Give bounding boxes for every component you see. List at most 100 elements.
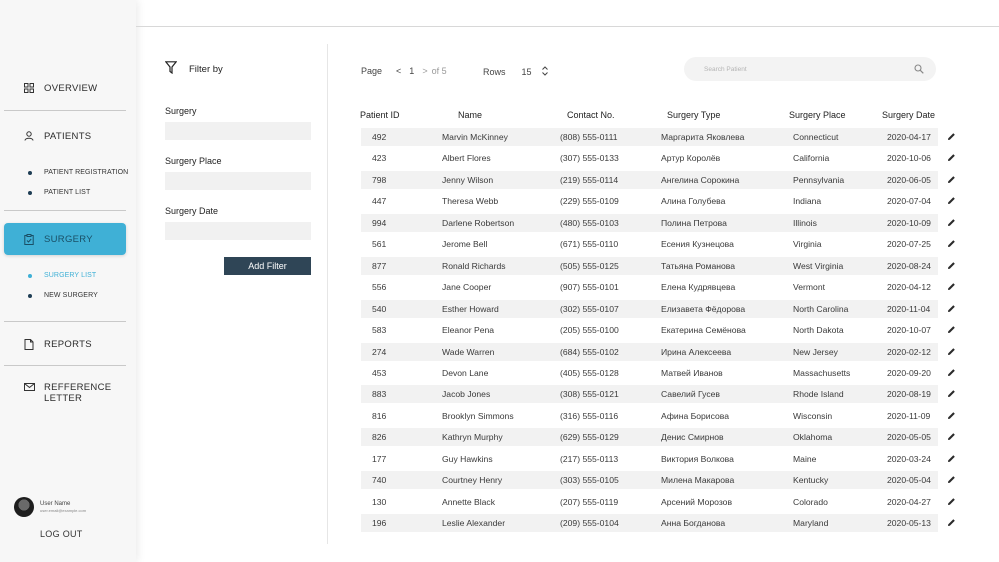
search-icon[interactable] bbox=[914, 64, 924, 74]
surgery-date-cell: 2020-02-12 bbox=[887, 346, 931, 357]
name-cell: Esther Howard bbox=[442, 303, 499, 314]
table-row[interactable]: 826 Kathryn Murphy (629) 555-0129 Денис Сми… bbox=[361, 428, 955, 447]
sidebar-item-patients[interactable]: PATIENTS bbox=[4, 120, 126, 152]
sidebar-subitem-patient-registration[interactable]: PATIENT REGISTRATION bbox=[28, 169, 128, 176]
name-cell: Theresa Webb bbox=[442, 196, 499, 207]
edit-icon[interactable] bbox=[947, 411, 956, 420]
edit-icon[interactable] bbox=[947, 475, 956, 484]
page-label: Page bbox=[361, 66, 383, 76]
surgery-place-cell: Connecticut bbox=[793, 132, 839, 142]
edit-icon[interactable] bbox=[947, 261, 956, 270]
table-row[interactable]: 583 Eleanor Pena (205) 555-0100 Екатерина С… bbox=[361, 321, 955, 339]
table-row[interactable]: 423 Albert Flores (307) 555-0133 Артур Коро… bbox=[361, 149, 955, 167]
contact-cell: (808) 555-0111 bbox=[560, 132, 618, 142]
edit-icon[interactable] bbox=[947, 196, 956, 205]
column-header-surgery-type[interactable]: Surgery Type bbox=[667, 110, 720, 120]
patient-id-cell: 877 bbox=[372, 260, 387, 271]
column-header-contact[interactable]: Contact No. bbox=[567, 110, 615, 120]
pagination: Page < 1 > of 5 bbox=[361, 66, 455, 76]
column-header-patient-id[interactable]: Patient ID bbox=[360, 110, 400, 120]
patient-id-cell: 994 bbox=[372, 217, 387, 228]
patient-id-cell: 583 bbox=[372, 325, 387, 336]
sidebar-item-reference-letter[interactable]: REFFERENCE LETTER bbox=[4, 377, 126, 407]
edit-icon[interactable] bbox=[947, 282, 956, 291]
surgery-place-cell: Colorado bbox=[793, 496, 828, 507]
table-row[interactable]: 561 Jerome Bell (671) 555-0110 Есения Кузне… bbox=[361, 235, 955, 253]
surgery-type-cell: Артур Королёв bbox=[661, 153, 721, 164]
surgery-type-cell: Маргарита Яковлева bbox=[661, 132, 745, 142]
edit-icon[interactable] bbox=[947, 389, 956, 398]
edit-icon[interactable] bbox=[947, 454, 956, 463]
edit-icon[interactable] bbox=[947, 132, 956, 141]
column-header-surgery-date[interactable]: Surgery Date bbox=[882, 110, 935, 120]
surgery-date-filter-input[interactable] bbox=[165, 222, 311, 240]
contact-cell: (219) 555-0114 bbox=[560, 174, 619, 185]
name-cell: Wade Warren bbox=[442, 346, 495, 357]
search-input[interactable]: Search Patient bbox=[704, 66, 914, 73]
prev-page-button[interactable]: < bbox=[396, 66, 401, 76]
table-row[interactable]: 556 Jane Cooper (907) 555-0101 Елена Кудряв… bbox=[361, 278, 955, 296]
add-filter-button[interactable]: Add Filter bbox=[224, 257, 311, 275]
search-bar[interactable]: Search Patient bbox=[684, 57, 936, 81]
header-divider bbox=[136, 26, 999, 27]
surgery-type-cell: Татьяна Романова bbox=[661, 260, 736, 271]
name-cell: Leslie Alexander bbox=[442, 518, 506, 529]
patient-id-cell: 423 bbox=[372, 153, 387, 164]
bullet-icon bbox=[28, 170, 32, 175]
table-row[interactable]: 816 Brooklyn Simmons (316) 555-0116 Афина Б… bbox=[361, 407, 955, 425]
table-row[interactable]: 877 Ronald Richards (505) 555-0125 Татьяна … bbox=[361, 256, 955, 275]
table-row[interactable]: 447 Theresa Webb (229) 555-0109 Алина Голуб… bbox=[361, 192, 955, 210]
table-row[interactable]: 130 Annette Black (207) 555-0119 Арсений Мо… bbox=[361, 493, 955, 511]
edit-icon[interactable] bbox=[947, 347, 956, 356]
contact-cell: (684) 555-0102 bbox=[560, 346, 619, 357]
contact-cell: (302) 555-0107 bbox=[560, 303, 619, 314]
edit-icon[interactable] bbox=[947, 497, 956, 506]
clipboard-icon bbox=[22, 233, 36, 245]
edit-icon[interactable] bbox=[947, 218, 956, 227]
surgery-date-cell: 2020-04-12 bbox=[887, 282, 931, 293]
edit-icon[interactable] bbox=[947, 153, 956, 162]
column-header-name[interactable]: Name bbox=[458, 110, 482, 120]
stepper-icon[interactable] bbox=[541, 66, 548, 78]
surgery-date-cell: 2020-11-09 bbox=[887, 410, 931, 421]
surgery-place-filter-input[interactable] bbox=[165, 172, 311, 190]
edit-icon[interactable] bbox=[947, 432, 956, 441]
surgery-type-cell: Анна Богданова bbox=[661, 518, 726, 529]
edit-icon[interactable] bbox=[947, 239, 956, 248]
user-profile[interactable]: User Name user.email@example.com bbox=[14, 497, 86, 517]
sidebar-subitem-surgery-list[interactable]: SURGERY LIST bbox=[28, 272, 96, 279]
contact-cell: (316) 555-0116 bbox=[560, 410, 619, 421]
table-row[interactable]: 740 Courtney Henry (303) 555-0105 Милена Ма… bbox=[361, 471, 955, 490]
edit-icon[interactable] bbox=[947, 175, 956, 184]
sidebar-item-overview[interactable]: OVERVIEW bbox=[4, 72, 126, 104]
table-row[interactable]: 798 Jenny Wilson (219) 555-0114 Ангелина Со… bbox=[361, 170, 955, 189]
table-row[interactable]: 994 Darlene Robertson (480) 555-0103 Полина… bbox=[361, 213, 955, 232]
sidebar-subitem-label: SURGERY LIST bbox=[44, 272, 97, 279]
table-row[interactable]: 196 Leslie Alexander (209) 555-0104 Анна Бо… bbox=[361, 514, 955, 533]
edit-icon[interactable] bbox=[947, 368, 956, 377]
table-row[interactable]: 540 Esther Howard (302) 555-0107 Елизавета … bbox=[361, 299, 955, 318]
table-row[interactable]: 883 Jacob Jones (308) 555-0121 Савелий Гусе… bbox=[361, 385, 955, 404]
patient-id-cell: 556 bbox=[372, 282, 387, 293]
surgery-filter-input[interactable] bbox=[165, 122, 311, 140]
edit-icon[interactable] bbox=[947, 518, 956, 527]
surgery-place-cell: Maryland bbox=[793, 518, 829, 529]
sidebar-item-surgery[interactable]: SURGERY bbox=[4, 223, 126, 255]
divider bbox=[4, 110, 126, 111]
logout-button[interactable]: LOG OUT bbox=[40, 529, 83, 539]
next-page-button[interactable]: > bbox=[422, 66, 427, 76]
edit-icon[interactable] bbox=[947, 304, 956, 313]
filter-icon[interactable] bbox=[164, 61, 178, 77]
surgery-place-cell: California bbox=[793, 153, 830, 164]
sidebar-item-reports[interactable]: REPORTS bbox=[4, 328, 126, 360]
column-header-surgery-place[interactable]: Surgery Place bbox=[789, 110, 846, 120]
table-row[interactable]: 453 Devon Lane (405) 555-0128 Матвей Иванов… bbox=[361, 364, 955, 382]
sidebar-subitem-patient-list[interactable]: PATIENT LIST bbox=[28, 189, 90, 196]
edit-icon[interactable] bbox=[947, 325, 956, 334]
table-row[interactable]: 492 Marvin McKinney (808) 555-0111 Маргарит… bbox=[361, 128, 955, 146]
sidebar-subitem-new-surgery[interactable]: NEW SURGERY bbox=[28, 292, 98, 299]
table-row[interactable]: 177 Guy Hawkins (217) 555-0113 Виктория Вол… bbox=[361, 450, 955, 468]
surgery-date-cell: 2020-09-20 bbox=[887, 367, 931, 378]
table-row[interactable]: 274 Wade Warren (684) 555-0102 Ирина Алексе… bbox=[361, 342, 955, 361]
rows-selector[interactable]: Rows 15 bbox=[483, 66, 548, 78]
